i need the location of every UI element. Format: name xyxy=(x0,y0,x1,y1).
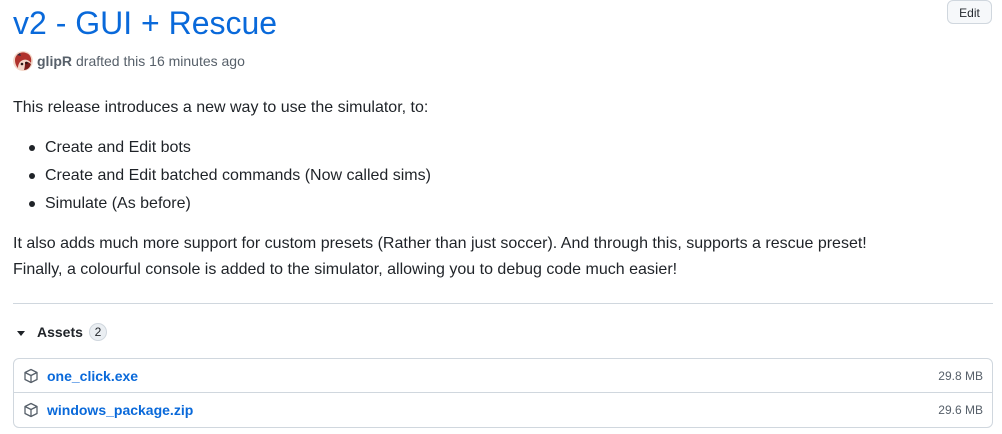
list-item: Create and Edit batched commands (Now ca… xyxy=(13,164,431,192)
avatar[interactable] xyxy=(13,51,33,71)
bullet-icon xyxy=(29,201,35,207)
caret-down-icon xyxy=(17,330,25,336)
asset-link[interactable]: one_click.exe xyxy=(47,368,138,384)
asset-size: 29.6 MB xyxy=(938,403,983,417)
assets-toggle[interactable]: Assets 2 xyxy=(13,321,107,343)
list-item-text: Create and Edit batched commands (Now ca… xyxy=(45,167,431,184)
list-item: Create and Edit bots xyxy=(13,136,431,164)
author-link[interactable]: glipR xyxy=(37,53,72,69)
assets-list: one_click.exe 29.8 MB windows_package.zi… xyxy=(13,358,993,428)
release-paragraph-line-1: It also adds much more support for custo… xyxy=(13,235,867,252)
list-item-text: Simulate (As before) xyxy=(45,195,191,212)
asset-size: 29.8 MB xyxy=(938,368,983,383)
list-item: Simulate (As before) xyxy=(13,192,431,220)
asset-row: one_click.exe 29.8 MB xyxy=(14,359,992,393)
release-paragraph-line-2: Finally, a colourful console is added to… xyxy=(13,261,678,278)
release-meta: glipR drafted this 16 minutes ago xyxy=(13,51,245,71)
feature-list: Create and Edit bots Create and Edit bat… xyxy=(13,136,431,220)
edit-button[interactable]: Edit xyxy=(947,0,992,24)
package-icon xyxy=(23,368,39,384)
bullet-icon xyxy=(29,173,35,179)
assets-count-badge: 2 xyxy=(88,323,107,341)
release-intro: This release introduces a new way to use… xyxy=(13,99,429,116)
asset-row: windows_package.zip 29.6 MB xyxy=(14,393,992,427)
release-title[interactable]: v2 - GUI + Rescue xyxy=(13,3,277,43)
divider xyxy=(13,303,993,304)
release-status-text: drafted this 16 minutes ago xyxy=(76,53,245,69)
list-item-text: Create and Edit bots xyxy=(45,139,191,156)
asset-link[interactable]: windows_package.zip xyxy=(47,402,193,418)
assets-label: Assets xyxy=(37,324,83,340)
package-icon xyxy=(23,402,39,418)
bullet-icon xyxy=(29,145,35,151)
